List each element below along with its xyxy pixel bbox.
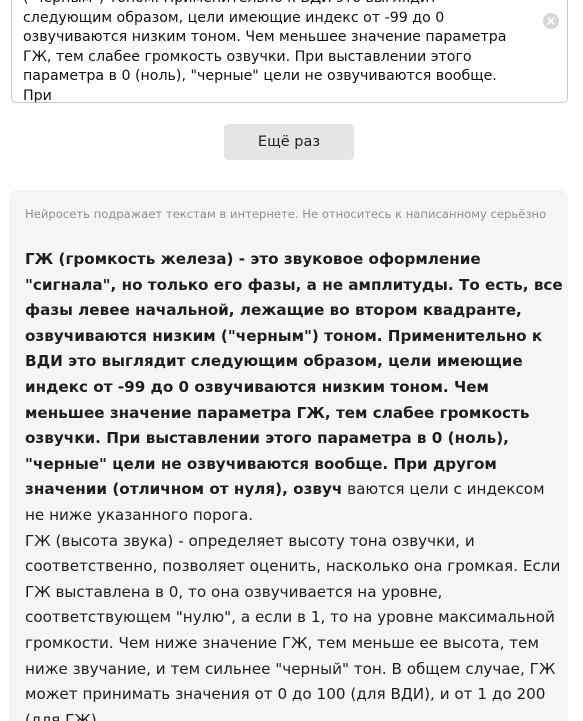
result-text: ГЖ (громкость железа) - это звуковое офо… bbox=[25, 247, 565, 721]
generator-page: ("черным") тоном. Применительно к ВДИ эт… bbox=[0, 0, 583, 721]
retry-button[interactable]: Ещё раз bbox=[224, 124, 354, 160]
disclaimer-text: Нейросеть подражает текстам в интернете.… bbox=[25, 207, 547, 221]
prompt-textarea-text[interactable]: ("черным") тоном. Применительно к ВДИ эт… bbox=[23, 0, 528, 102]
prompt-textarea[interactable]: ("черным") тоном. Применительно к ВДИ эт… bbox=[11, 0, 568, 103]
result-generated-text: ваются цели с индексом не ниже указанног… bbox=[25, 480, 561, 721]
clear-icon[interactable] bbox=[543, 13, 559, 29]
result-prompt-text: ГЖ (громкость железа) - это звуковое офо… bbox=[25, 250, 563, 499]
result-card: Нейросеть подражает текстам в интернете.… bbox=[9, 190, 568, 721]
